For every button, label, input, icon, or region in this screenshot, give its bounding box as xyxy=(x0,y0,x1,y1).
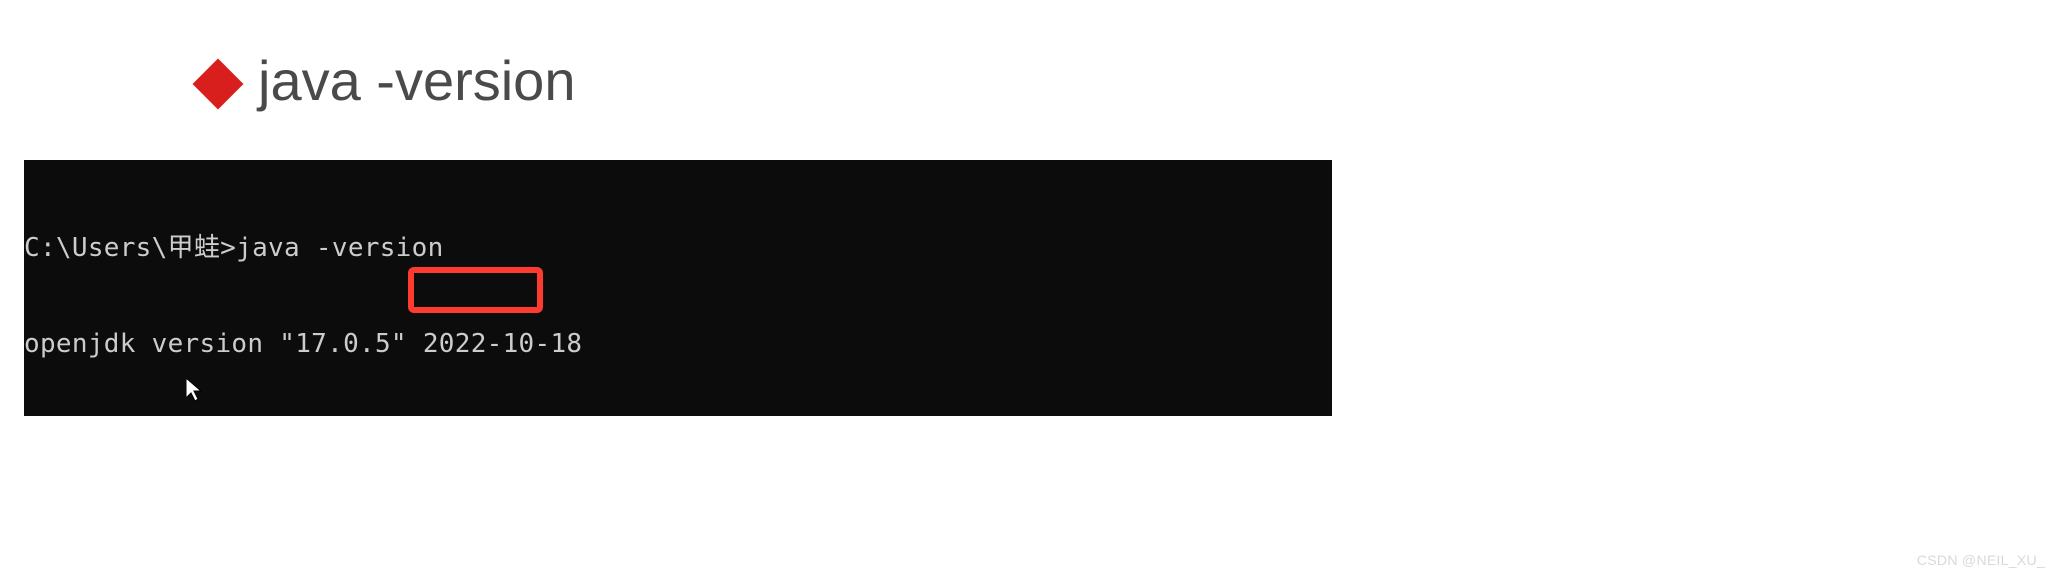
command-text: java -version xyxy=(236,233,443,263)
watermark-text: CSDN @NEIL_XU_ xyxy=(1917,552,2045,568)
highlight-rectangle xyxy=(408,267,543,313)
mouse-cursor-icon xyxy=(186,378,204,402)
terminal-output-line: openjdk version "17.0.5" 2022-10-18 xyxy=(24,328,1332,360)
terminal-window[interactable]: C:\Users\甲蛙>java -version openjdk versio… xyxy=(24,160,1332,416)
section-heading: java -version xyxy=(200,48,575,113)
diamond-bullet-icon xyxy=(193,58,244,109)
heading-text: java -version xyxy=(258,48,575,113)
prompt-path: C:\Users\甲蛙> xyxy=(24,233,236,263)
terminal-line-command: C:\Users\甲蛙>java -version xyxy=(24,232,1332,264)
